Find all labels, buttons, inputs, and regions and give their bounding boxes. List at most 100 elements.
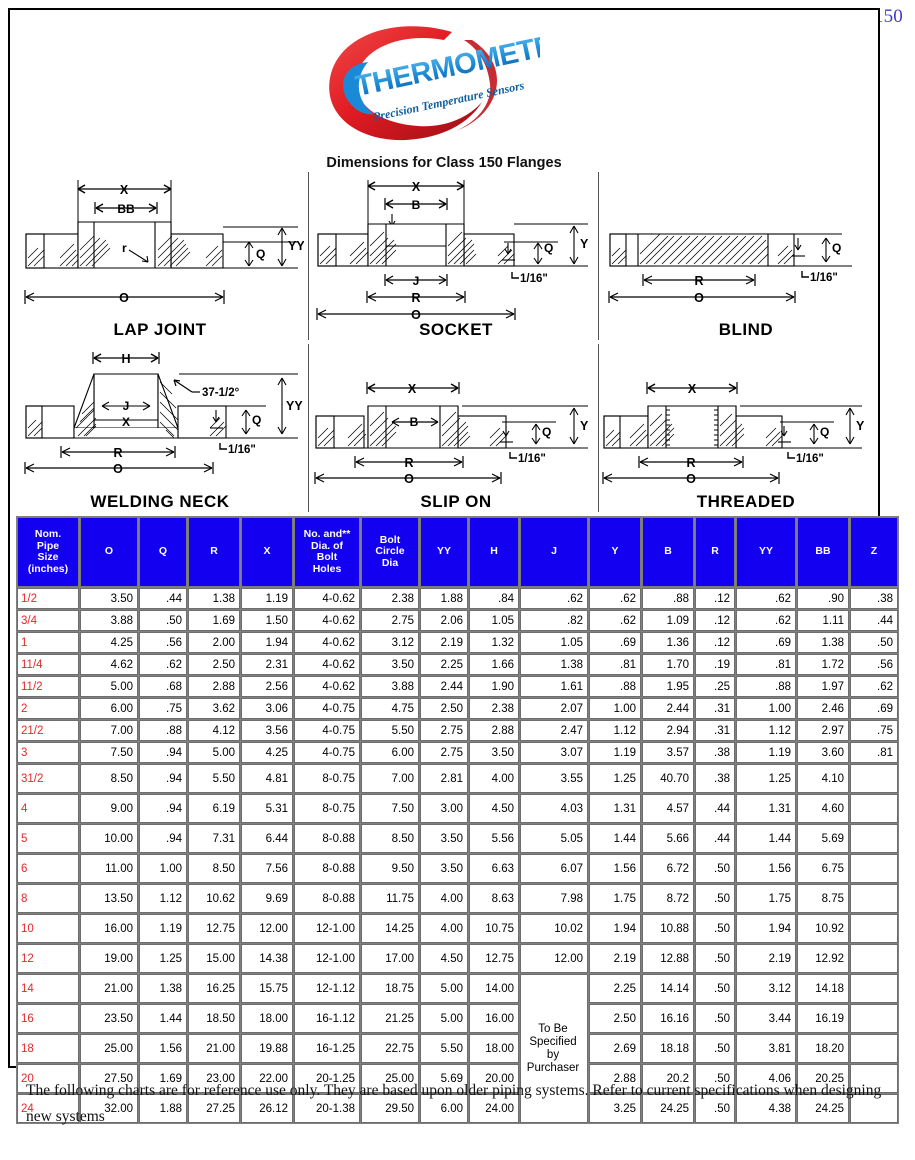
table-cell: 22.75 <box>361 1034 419 1063</box>
table-cell: 4.50 <box>469 794 519 823</box>
column-header-1: O <box>80 517 138 587</box>
table-cell: 2.25 <box>589 974 641 1003</box>
table-cell: 5.00 <box>188 742 240 763</box>
table-cell: 7.50 <box>80 742 138 763</box>
table-cell: 11.75 <box>361 884 419 913</box>
table-row: 1 4.25.56 2.00 1.94 4-0.62 3.12 2.19 1.32 1.05.6… <box>17 632 898 653</box>
callout-r: R <box>113 446 122 460</box>
table-row: 16 23.50 1.44 18.50 18.00 16-1.12 21.25 5.00 16.… <box>17 1004 898 1033</box>
table-cell: 1.75 <box>589 884 641 913</box>
table-cell: .50 <box>695 884 735 913</box>
table-cell: 15.75 <box>241 974 293 1003</box>
pipe-size-cell: 14 <box>17 974 79 1003</box>
table-cell: 4.12 <box>188 720 240 741</box>
column-header-6: Bolt Circle Dia <box>361 517 419 587</box>
table-cell: 5.50 <box>188 764 240 793</box>
table-cell: 3.06 <box>241 698 293 719</box>
table-cell: 9.00 <box>80 794 138 823</box>
table-cell: 1.19 <box>241 588 293 609</box>
pipe-size-cell: 12 <box>17 944 79 973</box>
diagram-grid: X BB r Q YY O LAP JOINT X B Q Y 1/16" J … <box>12 172 878 514</box>
table-cell: 4.25 <box>241 742 293 763</box>
table-cell: 4.81 <box>241 764 293 793</box>
callout-y: Y <box>580 237 589 251</box>
table-cell: 4.75 <box>361 698 419 719</box>
table-cell: .25 <box>695 676 735 697</box>
table-header: Nom. Pipe Size (inches) O Q R X No. and** Dia. of… <box>17 517 898 587</box>
pipe-size-cell: 3/4 <box>17 610 79 631</box>
table-cell: .88 <box>736 676 796 697</box>
table-cell: 16.00 <box>80 914 138 943</box>
table-cell: 4.03 <box>520 794 588 823</box>
table-cell: 1.05 <box>520 632 588 653</box>
table-cell: 1.94 <box>241 632 293 653</box>
table-cell: 7.56 <box>241 854 293 883</box>
table-cell: 4.00 <box>469 764 519 793</box>
table-cell: 2.06 <box>420 610 468 631</box>
table-cell: .38 <box>850 588 898 609</box>
column-header-line: Bolt <box>379 533 401 546</box>
callout-o: O <box>404 472 414 486</box>
pipe-size-cell: 3 <box>17 742 79 763</box>
table-row: 10 16.00 1.19 12.75 12.00 12-1.00 14.25 4.00 10.… <box>17 914 898 943</box>
table-cell: 6.00 <box>80 698 138 719</box>
column-header-line: BB <box>815 545 831 558</box>
pipe-size-cell: 31/2 <box>17 764 79 793</box>
table-cell: 1.70 <box>642 654 694 675</box>
column-header-line: (inches) <box>27 562 69 575</box>
logo-artwork: THERMOMETRICS Precision Temperature Sens… <box>329 20 540 141</box>
table-cell: 1.12 <box>589 720 641 741</box>
table-cell: 21.25 <box>361 1004 419 1033</box>
diagram-label-welding-neck: WELDING NECK <box>90 492 230 511</box>
table-cell: 8-0.88 <box>294 884 360 913</box>
table-cell: 1.69 <box>188 610 240 631</box>
table-cell: 18.00 <box>241 1004 293 1033</box>
table-cell: 1.38 <box>797 632 849 653</box>
table-cell: .44 <box>695 794 735 823</box>
column-header-4: X <box>241 517 293 587</box>
table-cell: 12-1.00 <box>294 944 360 973</box>
table-cell: 7.50 <box>361 794 419 823</box>
table-cell: 2.97 <box>797 720 849 741</box>
table-cell: 7.00 <box>361 764 419 793</box>
table-cell: 2.47 <box>520 720 588 741</box>
table-cell: 8.75 <box>797 884 849 913</box>
table-cell: 12.92 <box>797 944 849 973</box>
table-cell: .69 <box>736 632 796 653</box>
table-cell: .50 <box>695 974 735 1003</box>
table-cell: 2.19 <box>736 944 796 973</box>
table-cell: 1.19 <box>736 742 796 763</box>
callout-q: Q <box>820 425 829 439</box>
table-cell: 6.19 <box>188 794 240 823</box>
callout-one-sixteenth: 1/16" <box>520 273 548 285</box>
table-cell: 21.00 <box>80 974 138 1003</box>
table-cell: 2.94 <box>642 720 694 741</box>
table-cell: 2.50 <box>589 1004 641 1033</box>
diagram-socket: X B Z <box>312 172 600 342</box>
table-cell: 6.75 <box>797 854 849 883</box>
table-cell <box>850 824 898 853</box>
table-cell: 1.44 <box>589 824 641 853</box>
table-cell: .81 <box>736 654 796 675</box>
table-cell: 1.50 <box>241 610 293 631</box>
table-cell: 10.92 <box>797 914 849 943</box>
callout-b: B <box>412 198 421 212</box>
table-cell: 1.19 <box>139 914 187 943</box>
table-cell: 1.00 <box>736 698 796 719</box>
table-cell: .12 <box>695 632 735 653</box>
table-cell: .62 <box>736 588 796 609</box>
column-header-13: YY <box>736 517 796 587</box>
table-cell: 1.38 <box>520 654 588 675</box>
table-cell: .94 <box>139 794 187 823</box>
table-cell: .62 <box>589 588 641 609</box>
table-cell: 8.72 <box>642 884 694 913</box>
table-cell: 12.00 <box>520 944 588 973</box>
diagram-column-separator-1 <box>308 172 309 340</box>
table-cell: 25.00 <box>80 1034 138 1063</box>
table-cell: 2.38 <box>469 698 519 719</box>
pipe-size-cell: 11/4 <box>17 654 79 675</box>
diagram-label-lap-joint: LAP JOINT <box>113 320 207 339</box>
table-cell: 14.14 <box>642 974 694 1003</box>
callout-one-sixteenth: 1/16" <box>796 453 824 465</box>
table-cell: .19 <box>695 654 735 675</box>
